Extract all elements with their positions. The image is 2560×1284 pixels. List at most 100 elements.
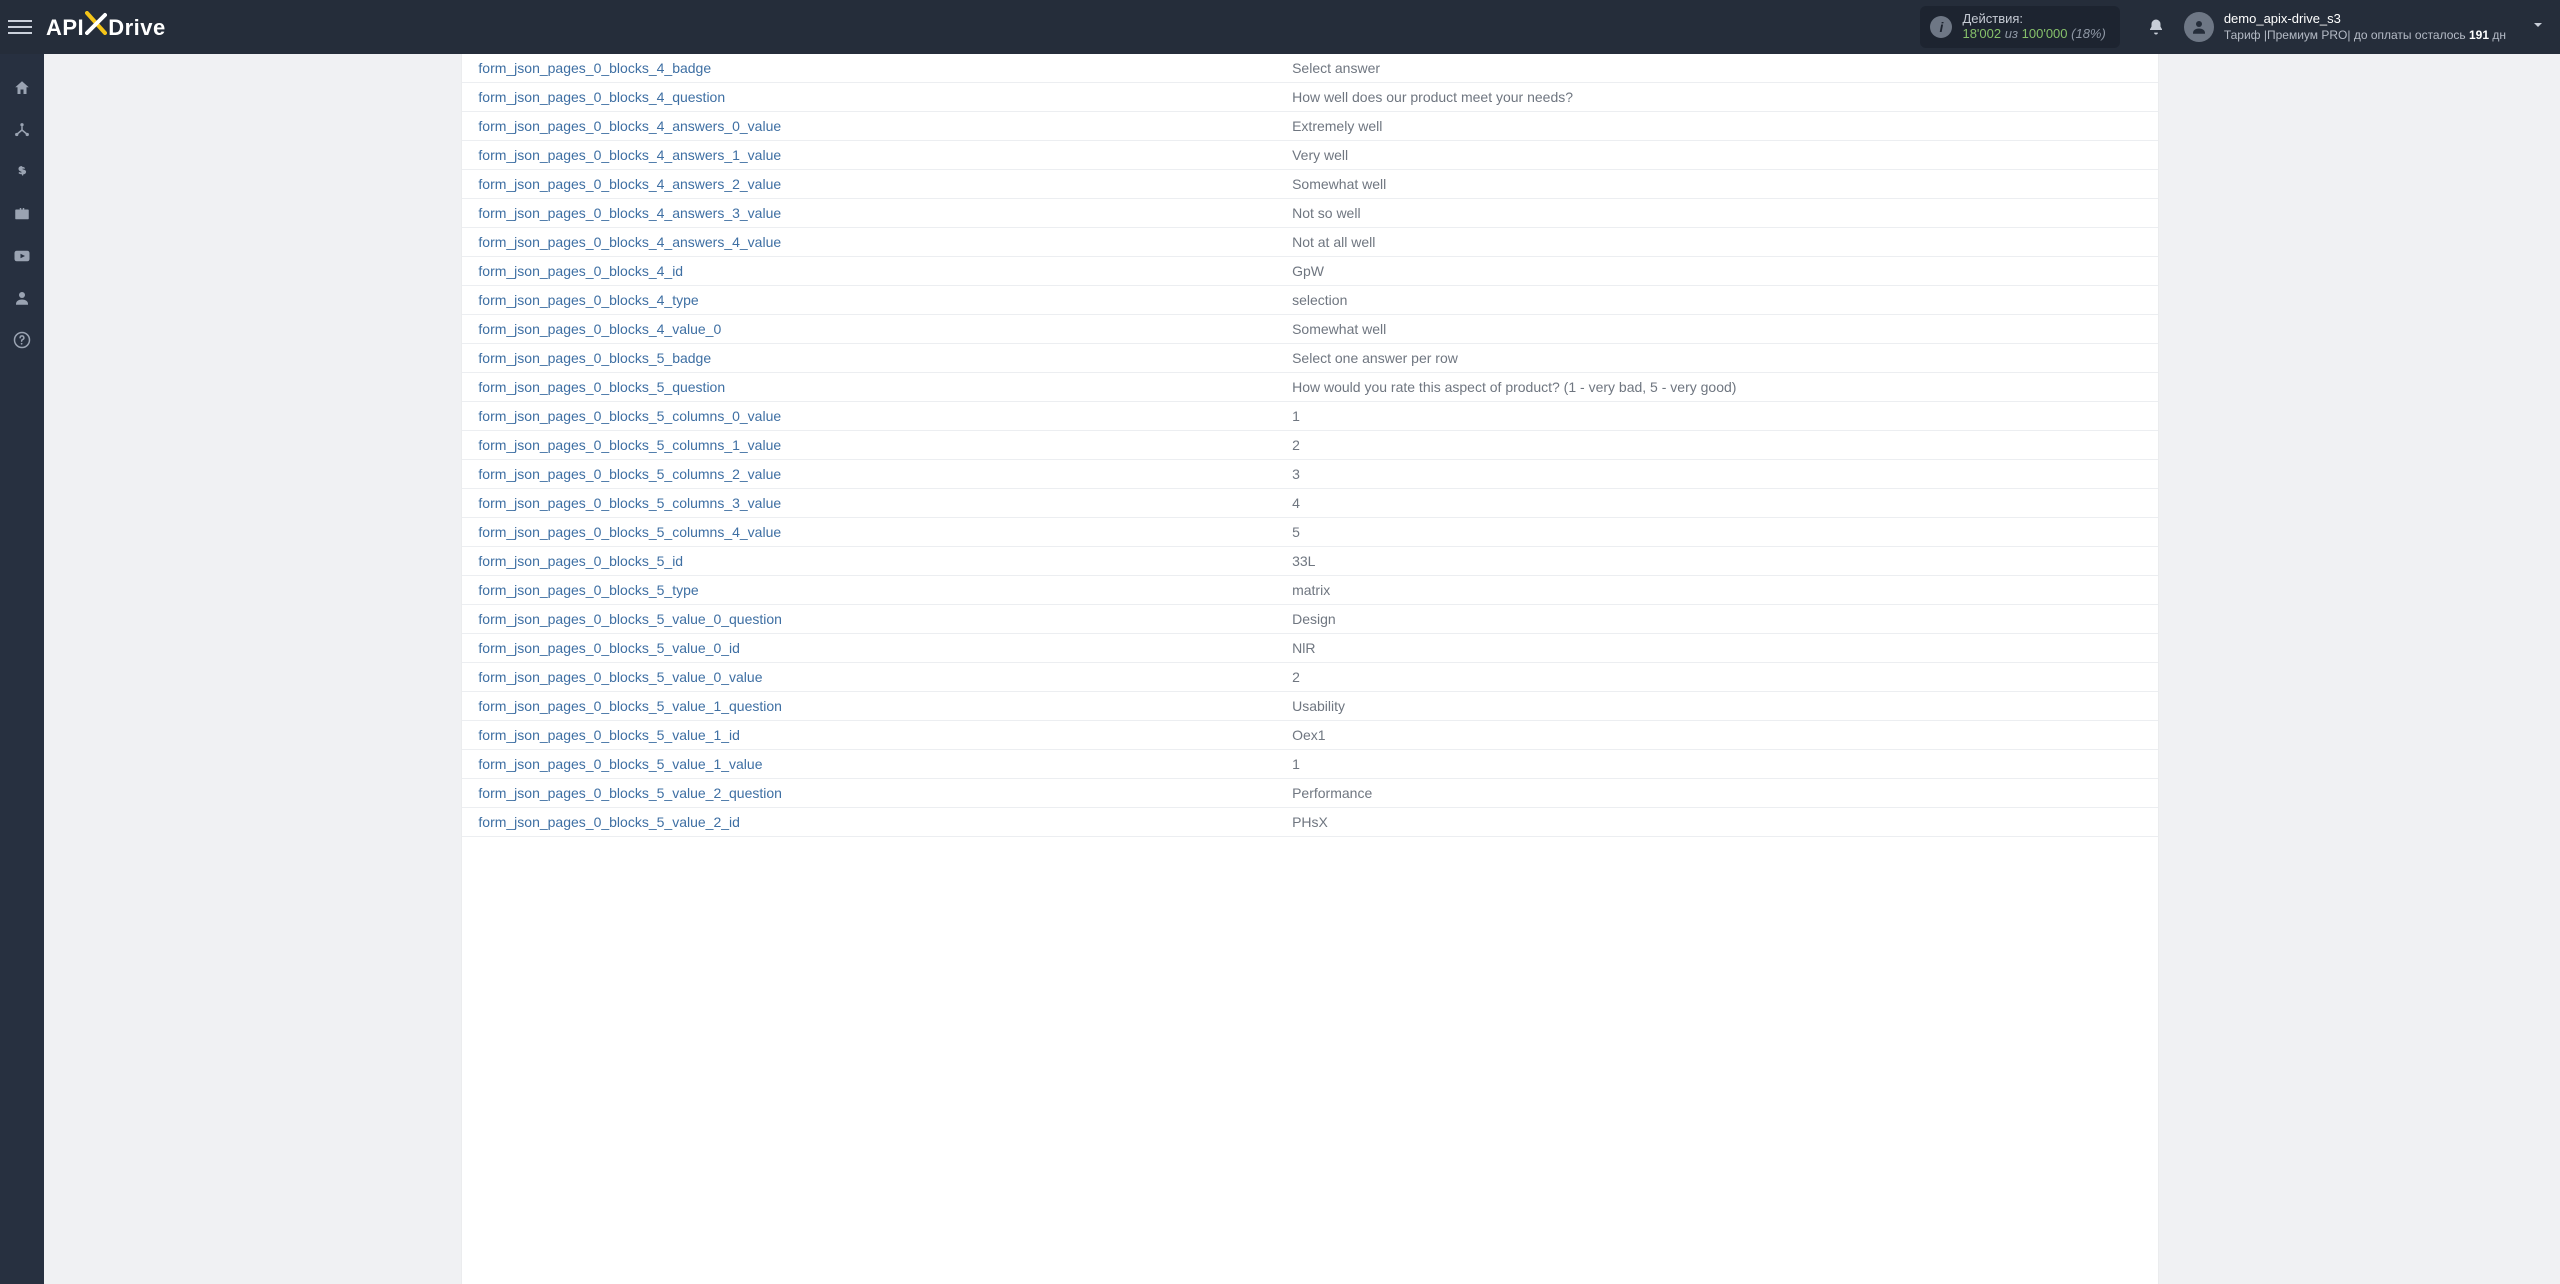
user-text: demo_apix-drive_s3 Тариф |Премиум PRO| д… xyxy=(2224,11,2506,42)
field-key[interactable]: form_json_pages_0_blocks_5_columns_1_val… xyxy=(462,431,1276,460)
table-row: form_json_pages_0_blocks_4_questionHow w… xyxy=(462,83,2157,112)
field-key[interactable]: form_json_pages_0_blocks_5_type xyxy=(462,576,1276,605)
field-key[interactable]: form_json_pages_0_blocks_4_answers_4_val… xyxy=(462,228,1276,257)
field-value: Select answer xyxy=(1276,54,2158,83)
table-row: form_json_pages_0_blocks_5_columns_3_val… xyxy=(462,489,2157,518)
chevron-down-icon[interactable] xyxy=(2530,17,2546,38)
field-key[interactable]: form_json_pages_0_blocks_4_answers_0_val… xyxy=(462,112,1276,141)
field-key[interactable]: form_json_pages_0_blocks_5_value_2_id xyxy=(462,808,1276,837)
user-name: demo_apix-drive_s3 xyxy=(2224,11,2506,27)
field-value: Usability xyxy=(1276,692,2158,721)
tariff-days: 191 xyxy=(2469,28,2489,42)
content-area: form_json_pages_0_blocks_4_badgeSelect a… xyxy=(44,54,2560,1284)
field-key[interactable]: form_json_pages_0_blocks_4_question xyxy=(462,83,1276,112)
nav-video[interactable] xyxy=(0,236,44,276)
nav-help[interactable] xyxy=(0,320,44,360)
field-key[interactable]: form_json_pages_0_blocks_4_type xyxy=(462,286,1276,315)
field-value: selection xyxy=(1276,286,2158,315)
field-value: matrix xyxy=(1276,576,2158,605)
field-key[interactable]: form_json_pages_0_blocks_5_value_0_id xyxy=(462,634,1276,663)
field-value: 2 xyxy=(1276,663,2158,692)
table-row: form_json_pages_0_blocks_4_answers_2_val… xyxy=(462,170,2157,199)
logo-text-drive: Drive xyxy=(108,15,166,41)
field-value: Performance xyxy=(1276,779,2158,808)
left-sidebar xyxy=(0,54,44,1284)
actions-total: 100'000 xyxy=(2022,26,2068,41)
field-value: 33L xyxy=(1276,547,2158,576)
field-key[interactable]: form_json_pages_0_blocks_4_answers_1_val… xyxy=(462,141,1276,170)
tariff-prefix: Тариф | xyxy=(2224,28,2267,42)
field-key[interactable]: form_json_pages_0_blocks_5_value_0_value xyxy=(462,663,1276,692)
table-row: form_json_pages_0_blocks_5_columns_2_val… xyxy=(462,460,2157,489)
table-row: form_json_pages_0_blocks_4_answers_4_val… xyxy=(462,228,2157,257)
field-key[interactable]: form_json_pages_0_blocks_4_value_0 xyxy=(462,315,1276,344)
field-value: Select one answer per row xyxy=(1276,344,2158,373)
nav-account[interactable] xyxy=(0,278,44,318)
table-row: form_json_pages_0_blocks_4_answers_0_val… xyxy=(462,112,2157,141)
field-key[interactable]: form_json_pages_0_blocks_5_value_1_value xyxy=(462,750,1276,779)
field-key[interactable]: form_json_pages_0_blocks_5_value_1_quest… xyxy=(462,692,1276,721)
notifications-button[interactable] xyxy=(2140,18,2172,36)
field-value: How well does our product meet your need… xyxy=(1276,83,2158,112)
user-menu[interactable]: demo_apix-drive_s3 Тариф |Премиум PRO| д… xyxy=(2184,11,2506,42)
field-value: 1 xyxy=(1276,402,2158,431)
field-value: Not so well xyxy=(1276,199,2158,228)
field-key[interactable]: form_json_pages_0_blocks_5_id xyxy=(462,547,1276,576)
table-row: form_json_pages_0_blocks_5_id33L xyxy=(462,547,2157,576)
table-row: form_json_pages_0_blocks_5_value_0_value… xyxy=(462,663,2157,692)
table-row: form_json_pages_0_blocks_4_typeselection xyxy=(462,286,2157,315)
field-value: Design xyxy=(1276,605,2158,634)
table-row: form_json_pages_0_blocks_4_answers_3_val… xyxy=(462,199,2157,228)
nav-home[interactable] xyxy=(0,68,44,108)
field-key[interactable]: form_json_pages_0_blocks_5_value_0_quest… xyxy=(462,605,1276,634)
field-key[interactable]: form_json_pages_0_blocks_4_id xyxy=(462,257,1276,286)
data-panel: form_json_pages_0_blocks_4_badgeSelect a… xyxy=(462,54,2157,1284)
tariff-days-suffix: дн xyxy=(2489,28,2506,42)
field-key[interactable]: form_json_pages_0_blocks_5_value_1_id xyxy=(462,721,1276,750)
field-value: How would you rate this aspect of produc… xyxy=(1276,373,2158,402)
field-value: Somewhat well xyxy=(1276,170,2158,199)
table-row: form_json_pages_0_blocks_5_badgeSelect o… xyxy=(462,344,2157,373)
menu-toggle-button[interactable] xyxy=(8,15,32,39)
field-key[interactable]: form_json_pages_0_blocks_5_columns_0_val… xyxy=(462,402,1276,431)
field-value: 1 xyxy=(1276,750,2158,779)
actions-percent: (18%) xyxy=(2071,26,2106,41)
field-value: NlR xyxy=(1276,634,2158,663)
table-row: form_json_pages_0_blocks_5_value_1_value… xyxy=(462,750,2157,779)
table-row: form_json_pages_0_blocks_5_value_2_quest… xyxy=(462,779,2157,808)
nav-billing[interactable] xyxy=(0,152,44,192)
key-value-table: form_json_pages_0_blocks_4_badgeSelect a… xyxy=(462,54,2157,837)
table-row: form_json_pages_0_blocks_5_value_0_quest… xyxy=(462,605,2157,634)
top-bar: API Drive i Действия: 18'002 из 100'000 … xyxy=(0,0,2560,54)
nav-connections[interactable] xyxy=(0,110,44,150)
field-key[interactable]: form_json_pages_0_blocks_4_badge xyxy=(462,54,1276,83)
info-icon: i xyxy=(1930,16,1952,38)
tariff-sep: | до оплаты осталось xyxy=(2347,28,2469,42)
field-value: 2 xyxy=(1276,431,2158,460)
field-key[interactable]: form_json_pages_0_blocks_5_badge xyxy=(462,344,1276,373)
table-row: form_json_pages_0_blocks_4_idGpW xyxy=(462,257,2157,286)
table-row: form_json_pages_0_blocks_4_badgeSelect a… xyxy=(462,54,2157,83)
field-key[interactable]: form_json_pages_0_blocks_5_value_2_quest… xyxy=(462,779,1276,808)
tariff-plan: Премиум PRO xyxy=(2267,28,2347,42)
actions-usage-box[interactable]: i Действия: 18'002 из 100'000 (18%) xyxy=(1920,6,2119,48)
field-key[interactable]: form_json_pages_0_blocks_4_answers_3_val… xyxy=(462,199,1276,228)
table-row: form_json_pages_0_blocks_5_questionHow w… xyxy=(462,373,2157,402)
field-key[interactable]: form_json_pages_0_blocks_5_columns_3_val… xyxy=(462,489,1276,518)
field-value: GpW xyxy=(1276,257,2158,286)
actions-of: из xyxy=(2005,26,2018,41)
logo[interactable]: API Drive xyxy=(46,13,166,41)
field-key[interactable]: form_json_pages_0_blocks_5_columns_4_val… xyxy=(462,518,1276,547)
table-row: form_json_pages_0_blocks_5_value_1_quest… xyxy=(462,692,2157,721)
field-value: Very well xyxy=(1276,141,2158,170)
table-row: form_json_pages_0_blocks_5_value_0_idNlR xyxy=(462,634,2157,663)
nav-briefcase[interactable] xyxy=(0,194,44,234)
field-key[interactable]: form_json_pages_0_blocks_4_answers_2_val… xyxy=(462,170,1276,199)
field-value: Not at all well xyxy=(1276,228,2158,257)
actions-label: Действия: xyxy=(1962,12,2105,27)
avatar-icon xyxy=(2184,12,2214,42)
table-row: form_json_pages_0_blocks_4_answers_1_val… xyxy=(462,141,2157,170)
field-key[interactable]: form_json_pages_0_blocks_5_question xyxy=(462,373,1276,402)
field-value: 4 xyxy=(1276,489,2158,518)
field-key[interactable]: form_json_pages_0_blocks_5_columns_2_val… xyxy=(462,460,1276,489)
